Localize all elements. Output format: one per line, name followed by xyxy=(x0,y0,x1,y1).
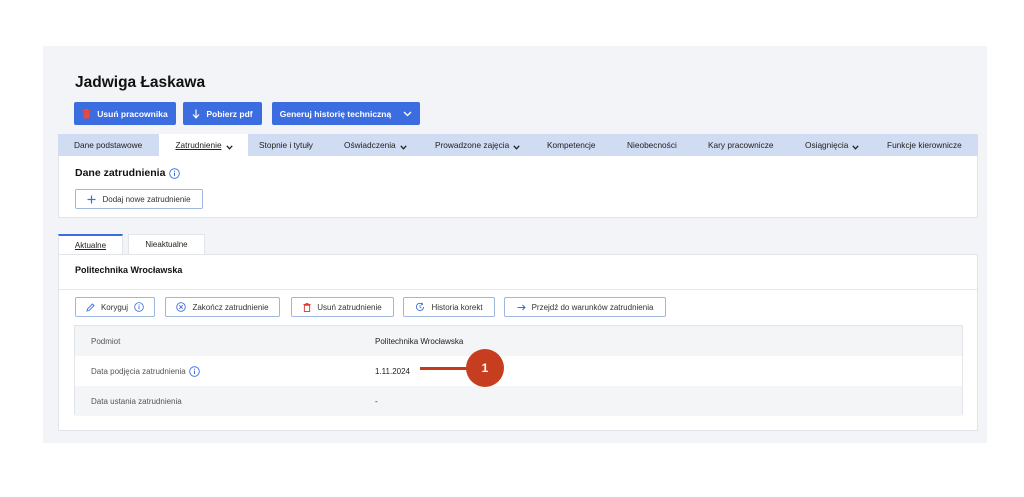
goto-terms-button[interactable]: Przejdź do warunków zatrudnienia xyxy=(504,297,666,317)
row-label: Data ustania zatrudnienia xyxy=(91,396,182,406)
tab-label: Osiągnięcia xyxy=(805,140,849,150)
tab-label: Stopnie i tytuły xyxy=(259,140,313,150)
employment-details-table: Podmiot Politechnika Wrocławska Data pod… xyxy=(74,325,963,416)
tab-degrees[interactable]: Stopnie i tytuły xyxy=(259,134,313,156)
download-pdf-button[interactable]: Pobierz pdf xyxy=(183,102,262,125)
section-title: Dane zatrudnienia xyxy=(75,167,181,179)
info-icon[interactable] xyxy=(188,365,200,377)
tab-absences[interactable]: Nieobecności xyxy=(627,134,677,156)
table-row: Podmiot Politechnika Wrocławska xyxy=(75,326,962,356)
correction-history-label: Historia korekt xyxy=(431,302,483,312)
chevron-down-icon xyxy=(399,142,407,150)
end-employment-button[interactable]: Zakończ zatrudnienie xyxy=(165,297,280,317)
callout-line xyxy=(420,367,470,370)
download-icon xyxy=(192,109,200,119)
table-row: Data ustania zatrudnienia - xyxy=(75,386,962,416)
pencil-icon xyxy=(86,302,95,312)
tab-competences[interactable]: Kompetencje xyxy=(547,134,595,156)
divider xyxy=(59,289,977,290)
delete-employment-button[interactable]: Usuń zatrudnienie xyxy=(291,297,394,317)
tab-label: Funkcje kierownicze xyxy=(887,140,962,150)
panel-title: Politechnika Wrocławska xyxy=(75,265,183,275)
tab-achievements[interactable]: Osiągnięcia xyxy=(805,134,860,156)
plus-icon xyxy=(87,195,96,204)
trash-icon xyxy=(82,108,91,119)
trash-icon xyxy=(303,302,311,312)
row-value: 1.11.2024 xyxy=(375,366,410,376)
employment-panel: Politechnika Wrocławska Koryguj Zakończ … xyxy=(58,254,978,431)
tab-current[interactable]: Aktualne xyxy=(58,234,123,254)
tab-management[interactable]: Funkcje kierownicze xyxy=(887,134,962,156)
correction-history-button[interactable]: Historia korekt xyxy=(403,297,495,317)
delete-employee-button[interactable]: Usuń pracownika xyxy=(74,102,176,125)
tab-label: Aktualne xyxy=(74,240,107,250)
chevron-down-icon xyxy=(403,111,412,117)
generate-history-button[interactable]: Generuj historię techniczną xyxy=(272,102,420,125)
row-label: Data podjęcia zatrudnienia xyxy=(91,365,200,377)
close-circle-icon xyxy=(176,302,187,312)
tab-basic-data[interactable]: Dane podstawowe xyxy=(74,134,142,156)
correct-button[interactable]: Koryguj xyxy=(75,297,155,317)
download-pdf-label: Pobierz pdf xyxy=(206,108,253,119)
callout-badge: 1 xyxy=(466,349,504,387)
info-icon[interactable] xyxy=(134,302,144,312)
row-value: Politechnika Wrocławska xyxy=(375,336,464,346)
delete-employee-label: Usuń pracownika xyxy=(97,108,168,119)
chevron-down-icon xyxy=(225,142,233,150)
row-label: Podmiot xyxy=(91,336,121,346)
employment-card: Dane zatrudnienia Dodaj nowe zatrudnieni… xyxy=(58,156,978,218)
history-icon xyxy=(415,302,425,312)
generate-history-label: Generuj historię techniczną xyxy=(279,108,392,119)
tab-label: Prowadzone zajęcia xyxy=(435,140,510,150)
tab-inactive[interactable]: Nieaktualne xyxy=(128,234,205,254)
chevron-down-icon xyxy=(852,142,860,150)
tab-label: Oświadczenia xyxy=(344,140,396,150)
main-tabs: Dane podstawowe Zatrudnienie Stopnie i t… xyxy=(58,134,978,156)
tab-declarations[interactable]: Oświadczenia xyxy=(344,134,407,156)
correct-label: Koryguj xyxy=(100,302,129,312)
tab-label: Nieaktualne xyxy=(145,240,188,249)
page-title: Jadwiga Łaskawa xyxy=(75,74,206,91)
section-title-text: Dane zatrudnienia xyxy=(75,167,166,179)
tab-label: Nieobecności xyxy=(627,140,677,150)
delete-employment-label: Usuń zatrudnienie xyxy=(317,302,382,312)
tab-label: Zatrudnienie xyxy=(175,140,222,150)
tab-classes[interactable]: Prowadzone zajęcia xyxy=(435,134,520,156)
tab-penalties[interactable]: Kary pracownicze xyxy=(708,134,773,156)
add-employment-label: Dodaj nowe zatrudnienie xyxy=(102,194,191,204)
tab-label: Kompetencje xyxy=(547,140,596,150)
end-employment-label: Zakończ zatrudnienie xyxy=(192,302,269,312)
goto-terms-label: Przejdź do warunków zatrudnienia xyxy=(531,302,654,312)
tab-label: Kary pracownicze xyxy=(708,140,774,150)
table-row: Data podjęcia zatrudnienia 1.11.2024 xyxy=(75,356,962,386)
row-label-text: Data podjęcia zatrudnienia xyxy=(91,366,186,376)
arrow-right-icon xyxy=(517,304,526,311)
tab-label: Dane podstawowe xyxy=(74,140,143,150)
row-value: - xyxy=(375,396,378,406)
add-employment-button[interactable]: Dodaj nowe zatrudnienie xyxy=(75,189,203,209)
chevron-down-icon xyxy=(513,142,520,150)
tab-employment[interactable]: Zatrudnienie xyxy=(159,134,248,156)
info-icon[interactable] xyxy=(169,167,181,179)
